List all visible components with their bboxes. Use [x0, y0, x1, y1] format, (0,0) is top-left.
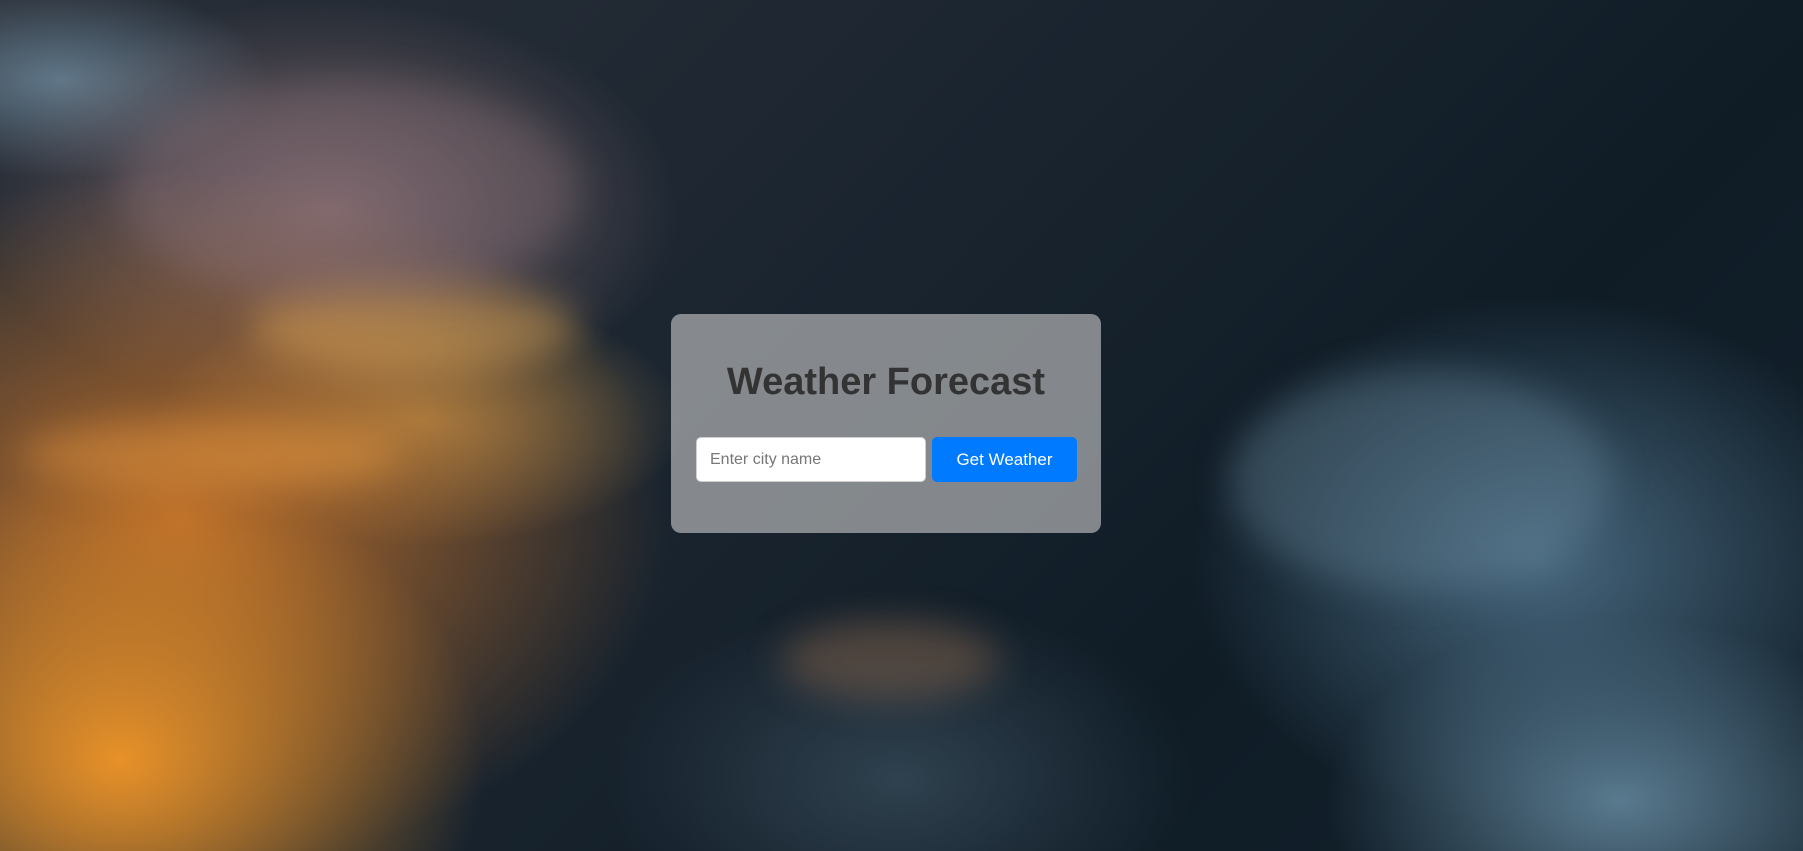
cloud-highlight	[120, 80, 580, 300]
cloud-highlight	[20, 420, 400, 490]
page-title: Weather Forecast	[726, 361, 1046, 403]
weather-card: Weather Forecast Get Weather	[671, 314, 1101, 533]
city-input[interactable]	[696, 437, 926, 482]
cloud-highlight	[780, 620, 1000, 700]
get-weather-button[interactable]: Get Weather	[932, 437, 1077, 482]
cloud-highlight	[1230, 370, 1610, 590]
